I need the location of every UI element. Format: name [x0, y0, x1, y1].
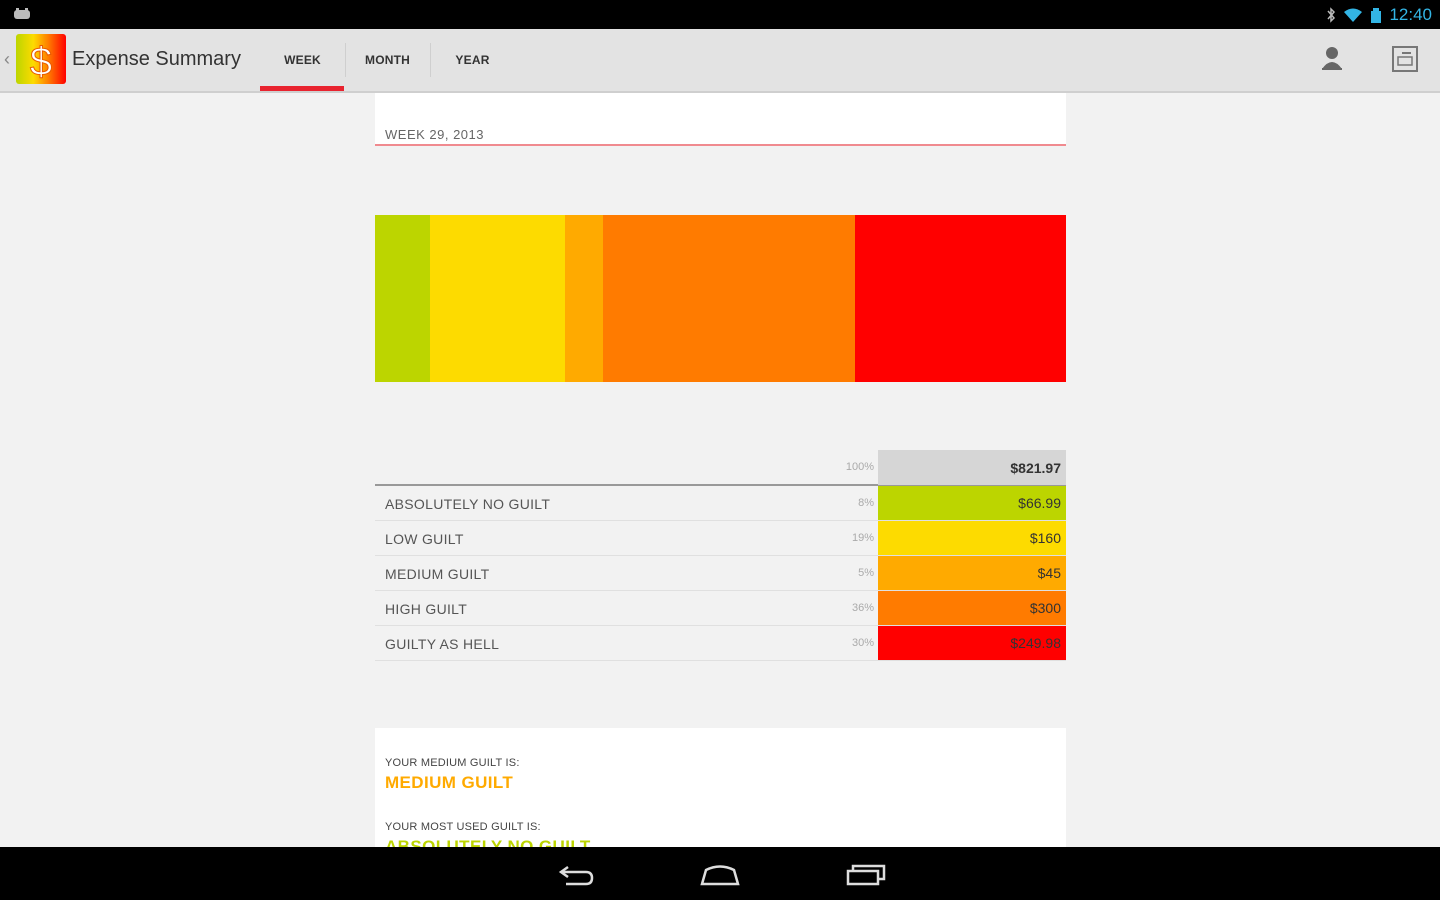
wifi-icon — [1344, 8, 1363, 22]
bar-segment — [430, 215, 566, 382]
table-row[interactable]: GUILTY AS HELL 30% $249.98 — [375, 626, 1066, 661]
guilt-percent: 36% — [851, 602, 874, 614]
tab-year-label: YEAR — [455, 53, 490, 67]
table-row[interactable]: HIGH GUILT 36% $300 — [375, 591, 1066, 626]
home-icon[interactable] — [698, 859, 742, 889]
guilt-percent: 5% — [858, 567, 874, 579]
guilt-amount: $160 — [878, 521, 1066, 555]
bluetooth-icon — [1327, 7, 1336, 23]
summary-card: YOUR MEDIUM GUILT IS: MEDIUM GUILT YOUR … — [375, 728, 1066, 847]
guilt-category-label: GUILTY AS HELL — [385, 636, 500, 652]
content-area[interactable]: WEEK 29, 2013 100% $821.97 ABSOLUTELY NO… — [0, 93, 1440, 847]
week-header-card: WEEK 29, 2013 — [375, 93, 1066, 146]
clock: 12:40 — [1389, 5, 1432, 24]
guilt-amount: $45 — [878, 556, 1066, 590]
status-bar: 12:40 — [0, 0, 1440, 29]
most-used-guilt-value: ABSOLUTELY NO GUILT — [385, 837, 591, 847]
total-percent: 100% — [845, 461, 874, 473]
recent-apps-icon[interactable] — [844, 859, 888, 889]
action-bar: ‹ $ Expense Summary WEEK MONTH YEAR — [0, 29, 1440, 93]
tab-year[interactable]: YEAR — [430, 29, 515, 91]
total-row: 100% $821.97 — [375, 450, 1066, 486]
tab-week[interactable]: WEEK — [260, 29, 345, 91]
svg-text:$: $ — [30, 40, 52, 84]
signal-icon — [1371, 8, 1382, 23]
guilt-amount: $249.98 — [878, 626, 1066, 660]
bar-segment — [375, 215, 431, 382]
person-icon[interactable] — [1316, 43, 1348, 75]
median-guilt-value: MEDIUM GUILT — [385, 773, 514, 792]
tab-month[interactable]: MONTH — [345, 29, 430, 91]
guilt-category-label: ABSOLUTELY NO GUILT — [385, 496, 551, 512]
back-icon[interactable] — [554, 859, 598, 889]
bar-segment — [603, 215, 856, 382]
median-guilt-label: YOUR MEDIUM GUILT IS: — [385, 757, 520, 769]
guilt-amount: $66.99 — [878, 486, 1066, 520]
notification-icon — [14, 8, 30, 19]
guilt-percent: 30% — [851, 637, 874, 649]
table-row[interactable]: LOW GUILT 19% $160 — [375, 521, 1066, 556]
guilt-table: 100% $821.97 ABSOLUTELY NO GUILT 8% $66.99… — [375, 450, 1066, 661]
app-title: Expense Summary — [72, 48, 241, 70]
edit-note-icon[interactable] — [1389, 43, 1421, 75]
guilt-amount: $300 — [878, 591, 1066, 625]
table-rows: ABSOLUTELY NO GUILT 8% $66.99 LOW GUILT 19% $… — [375, 486, 1066, 661]
bar-segment — [565, 215, 604, 382]
tab-week-label: WEEK — [284, 53, 321, 67]
guilt-category-label: MEDIUM GUILT — [385, 566, 490, 582]
guilt-percent: 8% — [858, 497, 874, 509]
up-caret-icon[interactable]: ‹ — [4, 49, 10, 70]
guilt-percent: 19% — [851, 532, 874, 544]
navigation-bar — [0, 847, 1440, 900]
table-row[interactable]: MEDIUM GUILT 5% $45 — [375, 556, 1066, 591]
guilt-category-label: LOW GUILT — [385, 531, 464, 547]
tab-month-label: MONTH — [365, 53, 410, 67]
bar-segment — [855, 215, 1066, 382]
tab-bar: WEEK MONTH YEAR — [260, 29, 515, 91]
table-row[interactable]: ABSOLUTELY NO GUILT 8% $66.99 — [375, 486, 1066, 521]
guilt-category-label: HIGH GUILT — [385, 601, 468, 617]
most-used-guilt-label: YOUR MOST USED GUILT IS: — [385, 821, 541, 833]
total-amount: $821.97 — [878, 450, 1066, 485]
app-logo-icon[interactable]: $ — [16, 34, 66, 84]
week-label: WEEK 29, 2013 — [385, 127, 484, 142]
status-icons: 12:40 — [1326, 4, 1432, 26]
stacked-bar — [375, 215, 1066, 382]
